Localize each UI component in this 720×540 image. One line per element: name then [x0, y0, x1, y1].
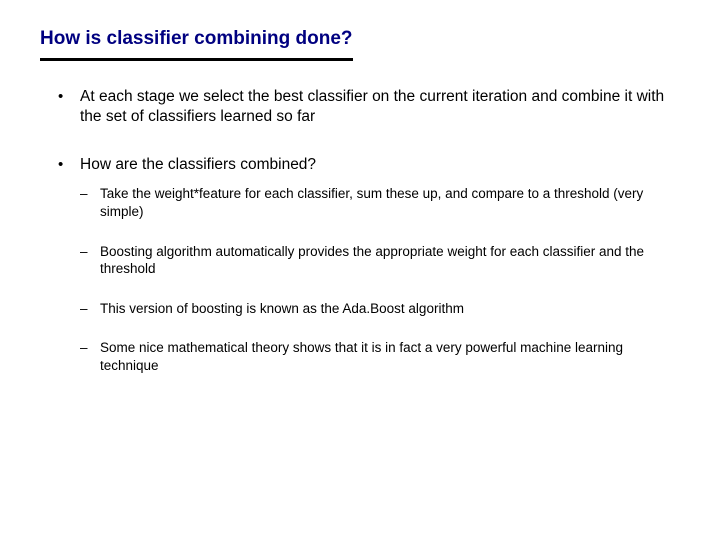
bullet-item: At each stage we select the best classif… — [58, 87, 680, 127]
sub-bullet-text: Some nice mathematical theory shows that… — [100, 340, 623, 373]
slide: How is classifier combining done? At eac… — [0, 0, 720, 540]
slide-content: At each stage we select the best classif… — [40, 87, 680, 374]
sub-bullet-text: Take the weight*feature for each classif… — [100, 186, 643, 219]
sub-bullet-text: This version of boosting is known as the… — [100, 301, 464, 316]
title-underline — [40, 58, 353, 61]
sub-bullet-item: Take the weight*feature for each classif… — [80, 185, 680, 220]
bullet-text: How are the classifiers combined? — [80, 156, 316, 173]
bullet-item: How are the classifiers combined? Take t… — [58, 155, 680, 374]
sub-bullet-item: Boosting algorithm automatically provide… — [80, 243, 680, 278]
title-block: How is classifier combining done? — [40, 28, 353, 61]
slide-title: How is classifier combining done? — [40, 28, 353, 56]
sub-bullet-item: This version of boosting is known as the… — [80, 300, 680, 318]
bullet-text: At each stage we select the best classif… — [80, 88, 664, 125]
sub-bullet-item: Some nice mathematical theory shows that… — [80, 339, 680, 374]
sub-bullet-text: Boosting algorithm automatically provide… — [100, 244, 644, 277]
